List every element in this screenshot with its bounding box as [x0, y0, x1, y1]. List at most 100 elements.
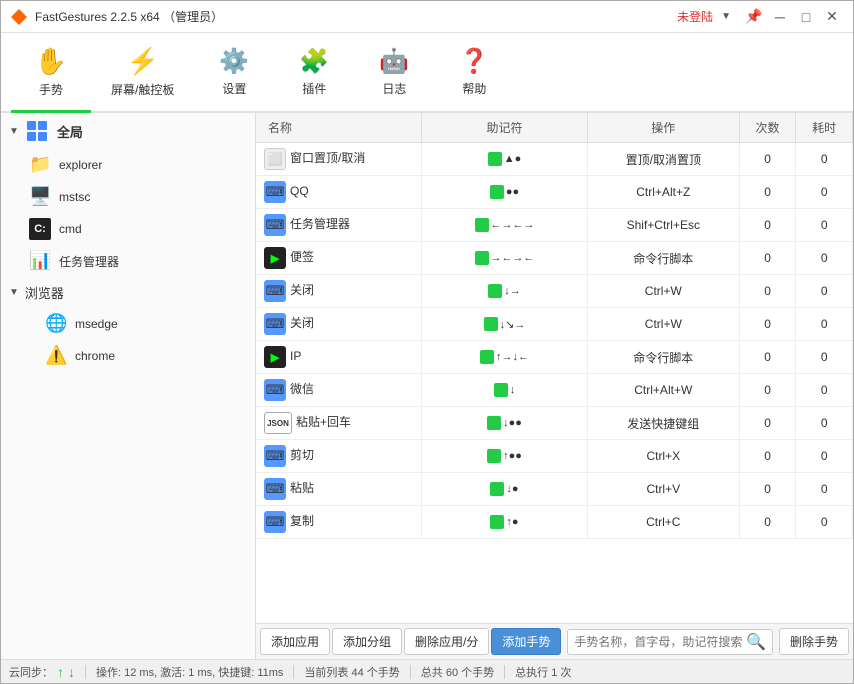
green-square [488, 152, 502, 166]
search-box: 🔍 [567, 629, 773, 655]
col-action: 操作 [587, 113, 739, 143]
add-gesture-button[interactable]: 添加手势 [491, 628, 561, 655]
sidebar-item-msedge[interactable]: 🌐 msedge [1, 308, 255, 340]
cell-shortcut: ↑●● [422, 440, 588, 473]
sync-down-icon[interactable]: ↓ [68, 664, 75, 680]
shortcut-symbols: ↑● [506, 516, 518, 528]
gesture-shortcut: ▲● [430, 152, 579, 166]
cell-count: 0 [739, 308, 796, 341]
green-square [475, 218, 489, 232]
cell-name: ⬜窗口置顶/取消 [256, 143, 422, 176]
gesture-shortcut: ←→←→ [430, 218, 579, 232]
cell-name: ▶便签 [256, 242, 422, 275]
login-status[interactable]: 未登陆 [677, 8, 713, 25]
sidebar-item-mstsc[interactable]: 🖥️ mstsc [1, 181, 255, 213]
tab-help-label: 帮助 [462, 80, 486, 97]
sidebar-item-chrome[interactable]: ⚠️ chrome [1, 340, 255, 372]
table-row[interactable]: ⌨微信 ↓ Ctrl+Alt+W 0 0 [256, 374, 853, 407]
tab-help[interactable]: ❓ 帮助 [434, 33, 514, 111]
table-row[interactable]: ⬜窗口置顶/取消 ▲● 置顶/取消置顶 0 0 [256, 143, 853, 176]
tab-plugins[interactable]: 🧩 插件 [274, 33, 354, 111]
sidebar-item-cmd[interactable]: C: cmd [1, 213, 255, 245]
green-square [480, 350, 494, 364]
sidebar-item-explorer[interactable]: 📁 explorer [1, 149, 255, 181]
delete-app-button[interactable]: 删除应用/分 [404, 628, 489, 655]
table-row[interactable]: ⌨任务管理器 ←→←→ Shif+Ctrl+Esc 0 0 [256, 209, 853, 242]
tab-logs[interactable]: 🤖 日志 [354, 33, 434, 111]
cell-count: 0 [739, 374, 796, 407]
cell-action: Ctrl+W [587, 308, 739, 341]
global-icon [25, 119, 49, 143]
green-square [475, 251, 489, 265]
sidebar-item-taskman[interactable]: 📊 任务管理器 [1, 245, 255, 277]
cell-count: 0 [739, 407, 796, 440]
add-group-button[interactable]: 添加分组 [332, 628, 402, 655]
table-row[interactable]: ⌨关闭 ↓↘→ Ctrl+W 0 0 [256, 308, 853, 341]
table-row[interactable]: ⌨剪切 ↑●● Ctrl+X 0 0 [256, 440, 853, 473]
taskman-icon: 📊 [29, 250, 51, 272]
col-name: 名称 [256, 113, 422, 143]
shortcut-symbols: ↓→ [504, 285, 521, 297]
table-row[interactable]: ⌨QQ ●● Ctrl+Alt+Z 0 0 [256, 176, 853, 209]
divider-3 [410, 665, 411, 679]
green-square [488, 284, 502, 298]
table-row[interactable]: JSON粘贴+回车 ↓●● 发送快捷键组 0 0 [256, 407, 853, 440]
shortcut-symbols: →←→← [491, 252, 535, 264]
cell-action: Ctrl+V [587, 473, 739, 506]
cell-shortcut: ↓↘→ [422, 308, 588, 341]
perf-info: 操作: 12 ms, 激活: 1 ms, 快捷键: 11ms [96, 664, 283, 680]
cell-time: 0 [796, 275, 853, 308]
delete-gesture-button[interactable]: 删除手势 [779, 628, 849, 655]
cell-name: ⌨关闭 [256, 308, 422, 341]
shortcut-symbols: ↑●● [503, 450, 522, 462]
gesture-shortcut: ↓↘→ [430, 317, 579, 331]
question-icon: ❓ [459, 47, 489, 76]
tab-gesture[interactable]: ✋ 手势 [11, 33, 91, 111]
minimize-button[interactable]: ─ [767, 4, 793, 30]
table-row[interactable]: ▶便签 →←→← 命令行脚本 0 0 [256, 242, 853, 275]
cell-time: 0 [796, 341, 853, 374]
tab-screen[interactable]: ⚡ 屏幕/触控板 [91, 33, 194, 111]
table-row[interactable]: ▶IP ↑→↓← 命令行脚本 0 0 [256, 341, 853, 374]
divider-1 [85, 665, 86, 679]
sync-up-icon[interactable]: ↑ [57, 664, 64, 680]
tab-plugins-label: 插件 [302, 80, 326, 97]
table-row[interactable]: ⌨复制 ↑● Ctrl+C 0 0 [256, 506, 853, 539]
content-area: 名称 助记符 操作 次数 耗时 ⬜窗口置顶/取消 ▲● 置顶/取消置顶 0 0 … [256, 113, 853, 659]
app-title: FastGestures 2.2.5 x64 （管理员） [35, 8, 677, 25]
cell-time: 0 [796, 440, 853, 473]
sync-label: 云同步： [9, 664, 53, 680]
sidebar-chrome-label: chrome [75, 349, 115, 363]
sidebar-global-header[interactable]: ▼ 全局 [1, 113, 255, 149]
gesture-table[interactable]: 名称 助记符 操作 次数 耗时 ⬜窗口置顶/取消 ▲● 置顶/取消置顶 0 0 … [256, 113, 853, 623]
triangle-browser-icon: ▼ [9, 287, 19, 298]
col-time: 耗时 [796, 113, 853, 143]
gesture-shortcut: ↑●● [430, 449, 579, 463]
exec-count: 总执行 1 次 [515, 664, 571, 680]
add-app-button[interactable]: 添加应用 [260, 628, 330, 655]
maximize-button[interactable]: □ [793, 4, 819, 30]
cell-shortcut: ←→←→ [422, 209, 588, 242]
cell-time: 0 [796, 506, 853, 539]
cell-shortcut: ↓ [422, 374, 588, 407]
edge-icon: 🌐 [45, 313, 67, 335]
close-button[interactable]: ✕ [819, 4, 845, 30]
pin-button[interactable]: 📌 [741, 4, 767, 30]
cell-shortcut: ↑→↓← [422, 341, 588, 374]
table-row[interactable]: ⌨粘贴 ↓● Ctrl+V 0 0 [256, 473, 853, 506]
gesture-shortcut: →←→← [430, 251, 579, 265]
cell-action: Ctrl+Alt+Z [587, 176, 739, 209]
cell-action: 命令行脚本 [587, 242, 739, 275]
tabbar: ✋ 手势 ⚡ 屏幕/触控板 ⚙️ 设置 🧩 插件 🤖 日志 ❓ 帮助 [1, 33, 853, 113]
cell-name: ⌨粘贴 [256, 473, 422, 506]
login-dropdown[interactable]: ▼ [721, 11, 731, 22]
search-icon[interactable]: 🔍 [746, 632, 766, 652]
tab-settings[interactable]: ⚙️ 设置 [194, 33, 274, 111]
table-row[interactable]: ⌨关闭 ↓→ Ctrl+W 0 0 [256, 275, 853, 308]
sidebar-browser-header[interactable]: ▼ 浏览器 [1, 277, 255, 308]
hand-icon: ✋ [35, 46, 67, 77]
cell-count: 0 [739, 440, 796, 473]
search-input[interactable] [574, 635, 746, 649]
cell-count: 0 [739, 209, 796, 242]
cell-action: Ctrl+W [587, 275, 739, 308]
